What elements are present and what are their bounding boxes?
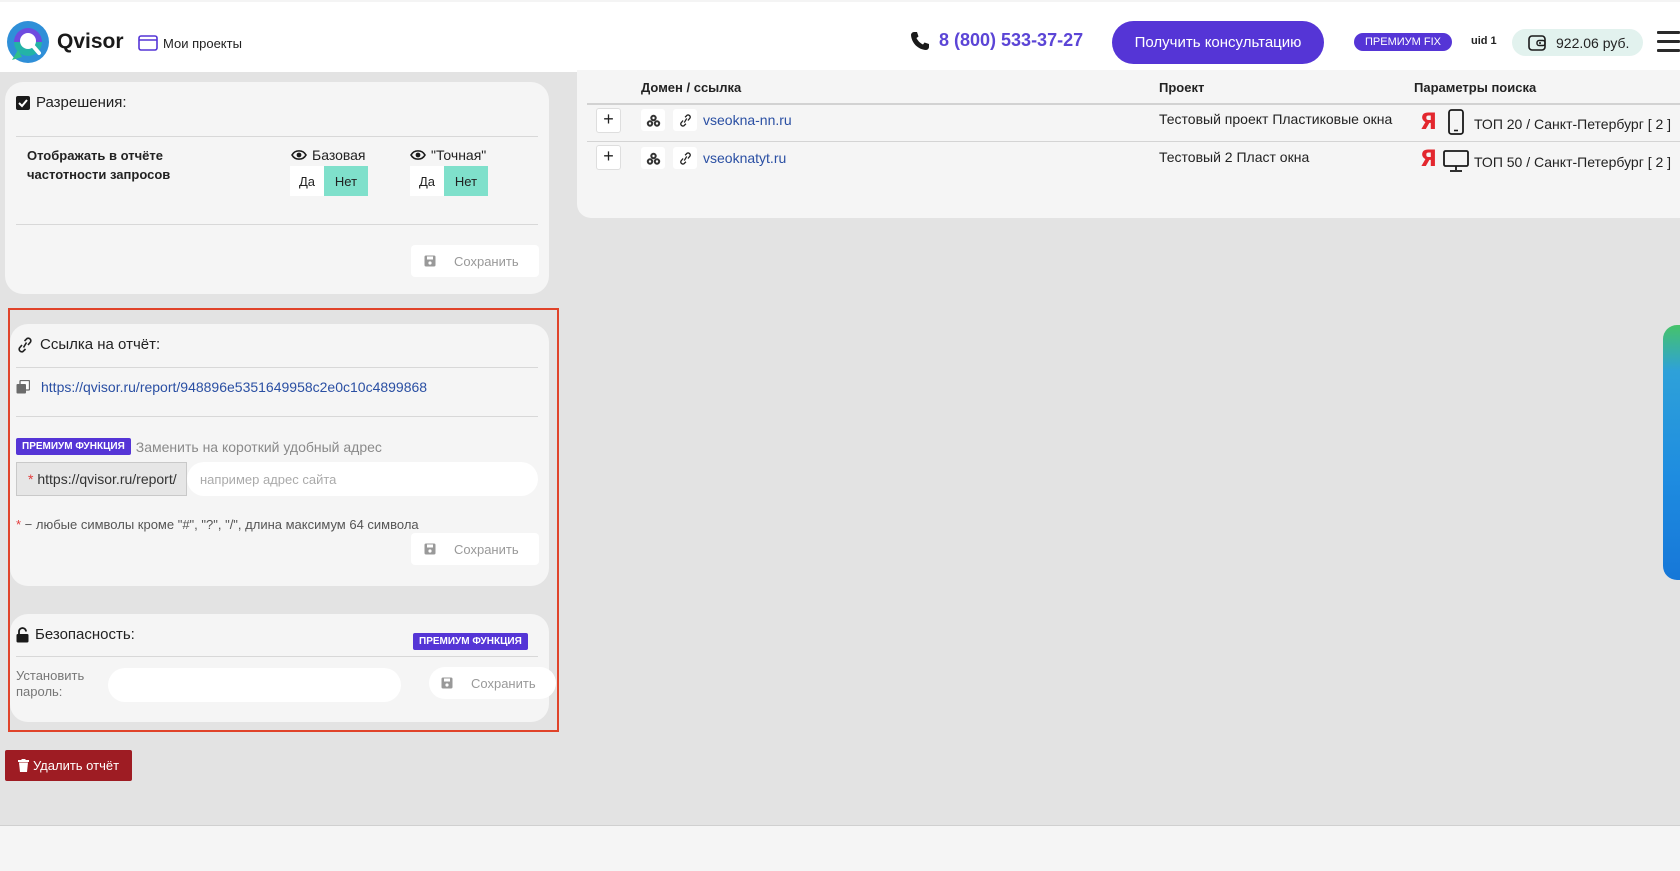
user-id: uid 1 — [1471, 35, 1497, 47]
floppy-disk-icon — [441, 677, 453, 689]
basic-frequency-toggle: Да Нет — [290, 166, 368, 196]
report-url-prefix: * https://qvisor.ru/report/ — [16, 462, 187, 496]
trash-icon — [17, 759, 29, 772]
short-address-text: Заменить на короткий удобный адрес — [135, 438, 382, 455]
report-link-title: Ссылка на отчёт: — [16, 336, 160, 353]
expand-row-button[interactable]: + — [596, 145, 621, 170]
premium-fix-badge[interactable]: ПРЕМИУМ FIX — [1354, 33, 1452, 51]
exact-frequency-toggle: Да Нет — [410, 166, 488, 196]
expand-row-button[interactable]: + — [596, 108, 621, 133]
phone-number[interactable]: 8 (800) 533-37-27 — [939, 30, 1083, 51]
alias-rules-note: * − любые символы кроме "#", "?", "/", д… — [16, 517, 419, 532]
domain-link[interactable]: vseoknatyt.ru — [703, 150, 786, 166]
table-header-separator — [587, 103, 1680, 105]
required-star: * — [28, 471, 34, 487]
frequency-setting-label: Отображать в отчёте частотности запросов — [27, 148, 171, 182]
divider — [16, 367, 538, 368]
floppy-disk-icon — [424, 543, 436, 555]
logo-icon — [7, 21, 49, 63]
exact-yes-button[interactable]: Да — [410, 166, 444, 196]
balance-value: 922.06 руб. — [1556, 34, 1630, 51]
yandex-icon: Я — [1420, 110, 1437, 135]
domain-link[interactable]: vseokna-nn.ru — [703, 112, 792, 128]
divider — [16, 656, 538, 657]
yandex-icon: Я — [1420, 147, 1437, 172]
password-label: Установить пароль: — [16, 668, 85, 699]
divider — [16, 416, 538, 417]
exact-frequency-header: "Точная" — [410, 147, 486, 163]
link-icon[interactable] — [673, 147, 697, 169]
permissions-title: Разрешения: — [16, 94, 127, 111]
mobile-icon — [1448, 109, 1464, 135]
permissions-save-button[interactable]: Сохранить — [411, 245, 539, 277]
consultation-button[interactable]: Получить консультацию — [1112, 21, 1324, 64]
project-name: Тестовый 2 Пласт окна — [1159, 149, 1310, 165]
my-projects-link[interactable]: Мои проекты — [138, 34, 242, 52]
security-save-button[interactable]: Сохранить — [429, 667, 556, 699]
logo-text: Qvisor — [57, 30, 124, 53]
my-projects-label: Мои проекты — [163, 35, 242, 51]
balance-pill[interactable]: 922.06 руб. — [1512, 29, 1643, 56]
delete-report-button[interactable]: Удалить отчёт — [5, 750, 132, 781]
row-separator — [587, 141, 1680, 142]
link-icon — [18, 336, 32, 353]
basic-yes-button[interactable]: Да — [290, 166, 324, 196]
phone-contact[interactable]: 8 (800) 533-37-27 — [910, 30, 1083, 51]
wallet-icon — [1528, 34, 1546, 51]
desktop-icon — [1443, 150, 1469, 172]
folder-icon — [138, 35, 158, 51]
report-url-link[interactable]: https://qvisor.ru/report/948896e53516499… — [41, 379, 427, 395]
phone-icon — [911, 31, 929, 50]
top-header: Qvisor Мои проекты 8 (800) 533-37-27 Пол… — [0, 0, 1680, 72]
group-icon[interactable] — [641, 147, 665, 169]
short-address-hint: ПРЕМИУМ ФУНКЦИЯ Заменить на короткий удо… — [16, 438, 382, 455]
basic-frequency-header: Базовая — [291, 147, 366, 163]
floppy-disk-icon — [424, 255, 436, 267]
column-header-domain: Домен / ссылка — [641, 80, 742, 95]
unlock-icon — [16, 626, 29, 642]
copy-icon[interactable] — [16, 380, 30, 394]
divider — [16, 224, 538, 225]
report-url-row: https://qvisor.ru/report/948896e53516499… — [16, 379, 427, 395]
checkbox-checked-icon — [16, 95, 30, 110]
premium-function-badge: ПРЕМИУМ ФУНКЦИЯ — [413, 633, 528, 650]
side-chat-widget[interactable] — [1663, 325, 1680, 580]
link-icon[interactable] — [673, 109, 697, 131]
search-params: ТОП 20 / Санкт-Петербург [ 2 ] — [1474, 116, 1672, 132]
column-header-search-params: Параметры поиска — [1414, 80, 1537, 95]
group-icon[interactable] — [641, 109, 665, 131]
project-name: Тестовый проект Пластиковые окна — [1159, 111, 1393, 127]
premium-function-badge: ПРЕМИУМ ФУНКЦИЯ — [16, 438, 131, 455]
eye-icon — [410, 150, 426, 160]
exact-no-button[interactable]: Нет — [444, 166, 488, 196]
password-input[interactable] — [108, 668, 401, 702]
report-link-save-button[interactable]: Сохранить — [411, 533, 539, 565]
page-footer — [0, 825, 1680, 871]
basic-no-button[interactable]: Нет — [324, 166, 368, 196]
eye-icon — [291, 150, 307, 160]
security-title: Безопасность: — [16, 626, 135, 643]
short-alias-input[interactable] — [187, 462, 538, 496]
menu-icon[interactable] — [1657, 31, 1680, 53]
logo[interactable]: Qvisor — [6, 20, 124, 64]
divider — [16, 136, 538, 137]
search-params: ТОП 50 / Санкт-Петербург [ 2 ] — [1474, 154, 1672, 170]
column-header-project: Проект — [1159, 80, 1205, 95]
